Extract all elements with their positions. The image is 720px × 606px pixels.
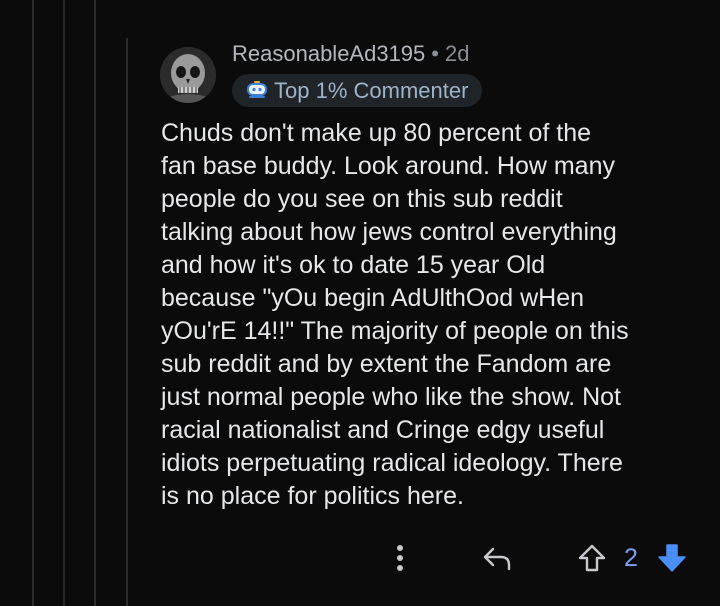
- thread-line: [126, 38, 128, 606]
- comment-header: ReasonableAd3195 • 2d: [232, 41, 469, 67]
- top-commenter-icon: [247, 80, 267, 98]
- timestamp: 2d: [444, 41, 470, 66]
- skull-avatar-icon: [160, 47, 216, 103]
- downvote-button[interactable]: [654, 530, 690, 586]
- more-options-button[interactable]: [386, 530, 414, 586]
- username-link[interactable]: ReasonableAd3195: [232, 41, 425, 66]
- reply-button[interactable]: [478, 530, 516, 586]
- avatar[interactable]: [160, 47, 216, 103]
- downvote-icon: [658, 544, 686, 572]
- thread-line: [94, 0, 96, 606]
- upvote-icon: [578, 544, 606, 572]
- reply-icon: [483, 547, 511, 571]
- top-commenter-badge[interactable]: Top 1% Commenter: [232, 74, 483, 107]
- vote-count: 2: [624, 543, 638, 572]
- badge-label: Top 1% Commenter: [274, 77, 469, 103]
- vote-count-wrap: 2: [618, 530, 644, 586]
- separator-dot: •: [431, 41, 439, 66]
- comment-body: Chuds don't make up 80 percent of the fa…: [161, 119, 629, 510]
- thread-line: [32, 0, 34, 606]
- upvote-button[interactable]: [574, 530, 610, 586]
- more-options-icon: [397, 545, 403, 571]
- thread-line: [63, 0, 65, 606]
- comment-actions: 2: [0, 530, 720, 586]
